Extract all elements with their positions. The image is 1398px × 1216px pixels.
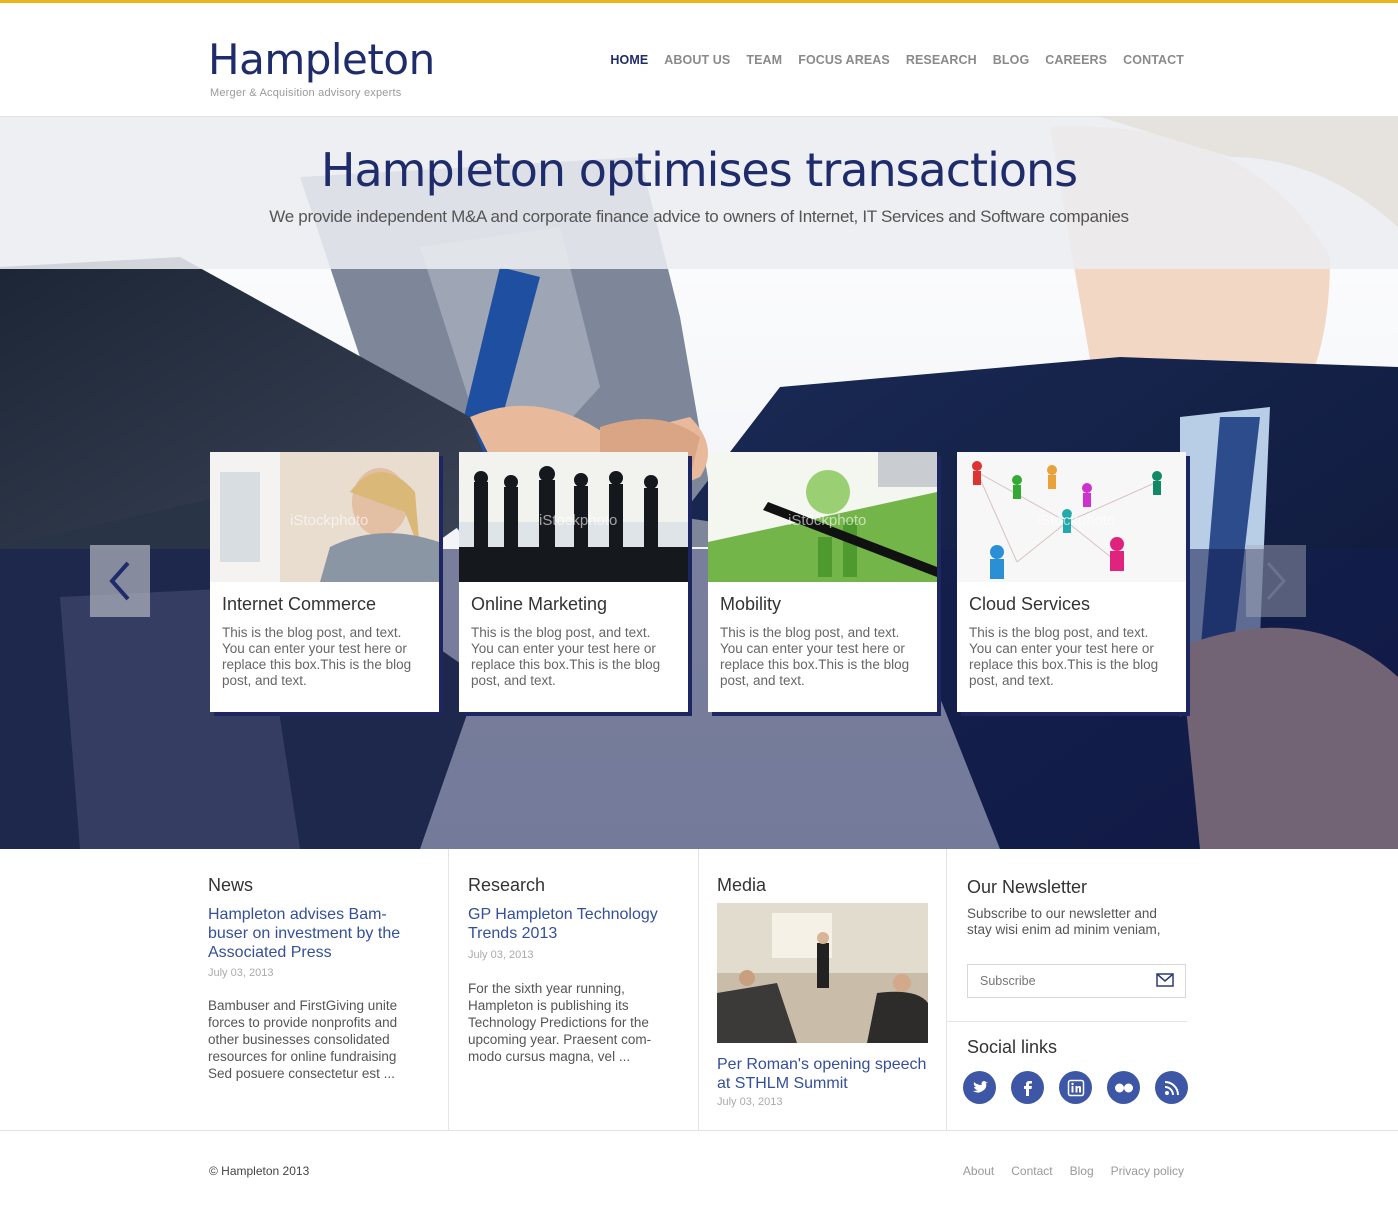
twitter-icon[interactable] <box>963 1071 996 1104</box>
card-image-chart-pen: iStockphoto <box>708 452 937 582</box>
copyright: © Hampleton 2013 <box>209 1164 310 1178</box>
card-title: Online Marketing <box>471 594 608 614</box>
social-title: Social links <box>967 1037 1058 1057</box>
news-post-link[interactable]: Hampleton advises Bam- buser on investme… <box>208 905 418 962</box>
research-post-text: For the sixth year running, Hampleton is… <box>468 981 652 1064</box>
envelope-icon[interactable] <box>1156 973 1174 987</box>
research-post-date: July 03, 2013 <box>468 949 534 961</box>
media-title: Media <box>717 875 767 895</box>
social-links <box>963 1071 1188 1104</box>
research-post-link[interactable]: GP Hampleton Technology Trends 2013 <box>468 905 678 943</box>
hero-subtitle: We provide independent M&A and corporate… <box>269 207 1129 226</box>
media-column: Media Per Roman's opening speech at STHL… <box>698 849 946 1131</box>
nav-contact[interactable]: CONTACT <box>1123 53 1184 67</box>
news-title: News <box>208 875 254 895</box>
main-nav: HOME ABOUT US TEAM FOCUS AREAS RESEARCH … <box>610 53 1184 67</box>
card-watermark: iStockphoto <box>788 512 867 529</box>
rss-icon[interactable] <box>1155 1071 1188 1104</box>
newsletter-divider <box>947 1021 1187 1022</box>
newsletter-title: Our Newsletter <box>967 877 1088 897</box>
card-cloud-services[interactable]: iStockphoto Cloud Services This is the b… <box>957 452 1186 712</box>
footer-link-privacy[interactable]: Privacy policy <box>1111 1164 1184 1178</box>
site-footer: © Hampleton 2013 About Contact Blog Priv… <box>0 1132 1398 1216</box>
research-title: Research <box>468 875 546 895</box>
card-text: This is the blog post, and text. You can… <box>969 625 1159 688</box>
nav-team[interactable]: TEAM <box>746 53 782 67</box>
card-image-network-people: iStockphoto <box>957 452 1186 582</box>
card-internet-commerce[interactable]: iStockphoto Internet Commerce This is th… <box>210 452 439 712</box>
flickr-icon[interactable] <box>1107 1071 1140 1104</box>
chevron-right-icon <box>1266 562 1287 600</box>
card-watermark: iStockphoto <box>290 512 369 529</box>
nav-focus-areas[interactable]: FOCUS AREAS <box>798 53 890 67</box>
card-title: Mobility <box>720 594 782 614</box>
card-watermark: iStockphoto <box>1037 512 1116 529</box>
footer-links: About Contact Blog Privacy policy <box>963 1164 1184 1178</box>
card-watermark: iStockphoto <box>539 512 618 529</box>
card-text: This is the blog post, and text. You can… <box>222 625 412 688</box>
card-title: Internet Commerce <box>222 594 377 614</box>
news-post-date: July 03, 2013 <box>208 967 274 979</box>
card-title: Cloud Services <box>969 594 1091 614</box>
news-column: News Hampleton advises Bam- buser on inv… <box>208 849 448 1131</box>
card-text: This is the blog post, and text. You can… <box>720 625 910 688</box>
footer-link-about[interactable]: About <box>963 1164 994 1178</box>
site-tagline: Merger & Acquisition advisory experts <box>210 87 402 99</box>
slider-prev-button[interactable] <box>90 545 150 617</box>
card-mobility[interactable]: iStockphoto Mobility This is the blog po… <box>708 452 937 712</box>
news-post-text: Bambuser and FirstGiving unite forces to… <box>208 998 398 1081</box>
slider-next-button[interactable] <box>1246 545 1306 617</box>
facebook-icon[interactable] <box>1011 1071 1044 1104</box>
newsletter-email-input[interactable] <box>967 964 1186 998</box>
newsletter-text: Subscribe to our newsletter and stay wis… <box>967 906 1161 937</box>
nav-careers[interactable]: CAREERS <box>1045 53 1107 67</box>
footer-link-blog[interactable]: Blog <box>1070 1164 1094 1178</box>
nav-blog[interactable]: BLOG <box>993 53 1030 67</box>
nav-home[interactable]: HOME <box>610 53 648 67</box>
site-logo[interactable]: Hampleton <box>208 35 435 84</box>
footer-link-contact[interactable]: Contact <box>1011 1164 1052 1178</box>
nav-about-us[interactable]: ABOUT US <box>664 53 730 67</box>
card-image-woman-computer: iStockphoto <box>210 452 439 582</box>
hero-title: Hampleton optimises transactions <box>320 143 1078 197</box>
card-text: This is the blog post, and text. You can… <box>471 625 661 688</box>
site-header: Hampleton Merger & Acquisition advisory … <box>0 3 1398 117</box>
media-conference-image[interactable] <box>717 903 928 1043</box>
newsletter-column: Our Newsletter Subscribe to our newslett… <box>946 849 1188 1131</box>
media-post-date: July 03, 2013 <box>717 1096 783 1108</box>
nav-research[interactable]: RESEARCH <box>906 53 977 67</box>
chevron-left-icon <box>109 561 130 601</box>
media-post-link[interactable]: Per Roman's opening speech at STHLM Summ… <box>717 1055 927 1093</box>
card-online-marketing[interactable]: iStockphoto Online Marketing This is the… <box>459 452 688 712</box>
service-cards: iStockphoto Internet Commerce This is th… <box>210 452 1186 712</box>
linkedin-icon[interactable] <box>1059 1071 1092 1104</box>
card-image-office-silhouettes: iStockphoto <box>459 452 688 582</box>
content-columns: News Hampleton advises Bam- buser on inv… <box>0 849 1398 1131</box>
research-column: Research GP Hampleton Technology Trends … <box>448 849 698 1131</box>
